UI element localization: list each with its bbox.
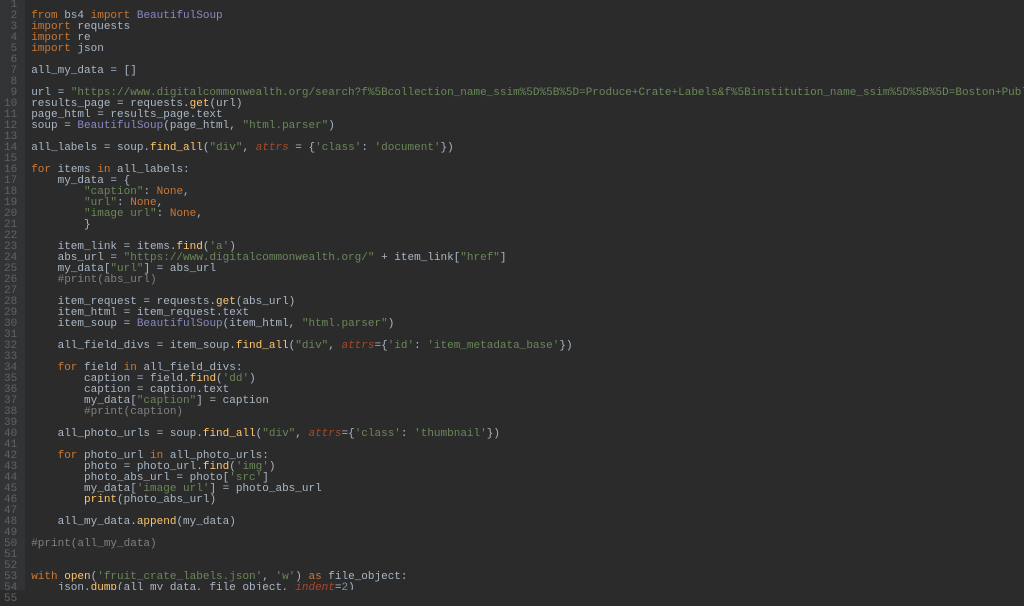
- token-id: all_field_divs = item_soup.: [58, 340, 236, 352]
- token-str: 'class': [355, 428, 401, 440]
- code-line[interactable]: all_my_data = []: [31, 66, 1024, 77]
- token-id: ): [269, 461, 276, 473]
- token-id: ] = caption: [196, 395, 269, 407]
- token-id: soup =: [31, 120, 77, 132]
- token-id: ={: [375, 340, 388, 352]
- token-str: "div": [209, 142, 242, 154]
- code-line[interactable]: }: [31, 220, 1024, 231]
- token-id: ): [249, 373, 256, 385]
- token-attrkw: attrs: [308, 428, 341, 440]
- line-number: 55: [4, 594, 17, 605]
- code-line[interactable]: import re: [31, 33, 1024, 44]
- code-line[interactable]: #print(caption): [31, 407, 1024, 418]
- token-str: "html.parser": [302, 318, 388, 330]
- token-str: "html.parser": [242, 120, 328, 132]
- token-id: (item_html,: [223, 318, 302, 330]
- token-id: :: [401, 428, 414, 440]
- token-id: all_my_data = []: [31, 65, 137, 77]
- token-fn: print: [84, 494, 117, 506]
- token-id: ): [388, 318, 395, 330]
- code-line[interactable]: #print(all_my_data): [31, 539, 1024, 550]
- token-str: "div": [295, 340, 328, 352]
- code-line[interactable]: [31, 550, 1024, 561]
- token-str: 'class': [315, 142, 361, 154]
- token-fn: find_all: [150, 142, 203, 154]
- line-number-gutter: 1234567891011121314151617181920212223242…: [0, 0, 25, 590]
- code-line[interactable]: all_photo_urls = soup.find_all("div", at…: [31, 429, 1024, 440]
- code-line[interactable]: #print(abs_url): [31, 275, 1024, 286]
- token-cmt: #print(caption): [84, 406, 183, 418]
- token-cmt: #print(all_my_data): [31, 538, 156, 550]
- code-line[interactable]: json.dump(all_my_data, file_object, inde…: [31, 583, 1024, 590]
- code-line[interactable]: my_data["url"] = abs_url: [31, 264, 1024, 275]
- code-line[interactable]: "image url": None,: [31, 209, 1024, 220]
- token-fn: find_all: [203, 428, 256, 440]
- token-str: "div": [262, 428, 295, 440]
- code-line[interactable]: for items in all_labels:: [31, 165, 1024, 176]
- token-str: 'item_metadata_base': [427, 340, 559, 352]
- token-str: "href": [460, 252, 500, 264]
- token-id: ,: [196, 208, 203, 220]
- token-id: item_soup =: [58, 318, 137, 330]
- token-bsoup: BeautifulSoup: [77, 120, 163, 132]
- token-str: 'id': [388, 340, 414, 352]
- code-line[interactable]: all_my_data.append(my_data): [31, 517, 1024, 528]
- code-line[interactable]: import json: [31, 44, 1024, 55]
- token-id: ,: [183, 186, 190, 198]
- token-id: }): [559, 340, 572, 352]
- token-id: json.: [58, 582, 91, 590]
- code-line[interactable]: import requests: [31, 22, 1024, 33]
- code-editor[interactable]: 1234567891011121314151617181920212223242…: [0, 0, 1024, 590]
- code-line[interactable]: item_soup = BeautifulSoup(item_html, "ht…: [31, 319, 1024, 330]
- token-id: ): [348, 582, 355, 590]
- token-id: }): [441, 142, 454, 154]
- token-id: (all_my_data, file_object,: [117, 582, 295, 590]
- token-attrkw: attrs: [256, 142, 289, 154]
- token-id: json: [71, 43, 104, 55]
- token-str: "image url": [84, 208, 157, 220]
- token-fn: find_all: [236, 340, 289, 352]
- code-line[interactable]: "caption": None,: [31, 187, 1024, 198]
- line-number: 54: [4, 583, 17, 594]
- token-id: (my_data): [176, 516, 235, 528]
- token-id: :: [157, 208, 170, 220]
- token-id: all_my_data.: [58, 516, 137, 528]
- token-id: ): [328, 120, 335, 132]
- token-fn: append: [137, 516, 177, 528]
- token-bsoup: BeautifulSoup: [137, 10, 223, 22]
- token-id: }): [487, 428, 500, 440]
- token-id: :: [361, 142, 374, 154]
- token-id: }: [84, 219, 91, 231]
- token-id: (page_html,: [163, 120, 242, 132]
- code-line[interactable]: all_labels = soup.find_all("div", attrs …: [31, 143, 1024, 154]
- token-bsoup: BeautifulSoup: [137, 318, 223, 330]
- token-id: = {: [289, 142, 315, 154]
- token-id: + item_link[: [374, 252, 460, 264]
- token-attrkw: indent: [295, 582, 335, 590]
- token-str: 'thumbnail': [414, 428, 487, 440]
- token-id: ,: [295, 428, 308, 440]
- token-id: all_photo_urls = soup.: [58, 428, 203, 440]
- token-id: [130, 10, 137, 22]
- code-line[interactable]: soup = BeautifulSoup(page_html, "html.pa…: [31, 121, 1024, 132]
- token-fn: dump: [91, 582, 117, 590]
- code-line[interactable]: print(photo_abs_url): [31, 495, 1024, 506]
- token-id: all_labels = soup.: [31, 142, 150, 154]
- code-area[interactable]: from bs4 import BeautifulSoupimport requ…: [25, 0, 1024, 590]
- token-id: ,: [242, 142, 255, 154]
- token-attrkw: attrs: [341, 340, 374, 352]
- code-line[interactable]: [31, 55, 1024, 66]
- token-id: ={: [342, 428, 355, 440]
- token-id: ]: [500, 252, 507, 264]
- code-line[interactable]: [31, 528, 1024, 539]
- token-id: ] = photo_abs_url: [209, 483, 321, 495]
- token-str: 'document': [375, 142, 441, 154]
- token-id: (photo_abs_url): [117, 494, 216, 506]
- token-id: ,: [328, 340, 341, 352]
- token-cmt: #print(abs_url): [58, 274, 157, 286]
- token-none: None: [170, 208, 196, 220]
- code-line[interactable]: all_field_divs = item_soup.find_all("div…: [31, 341, 1024, 352]
- token-id: :: [414, 340, 427, 352]
- code-line[interactable]: from bs4 import BeautifulSoup: [31, 11, 1024, 22]
